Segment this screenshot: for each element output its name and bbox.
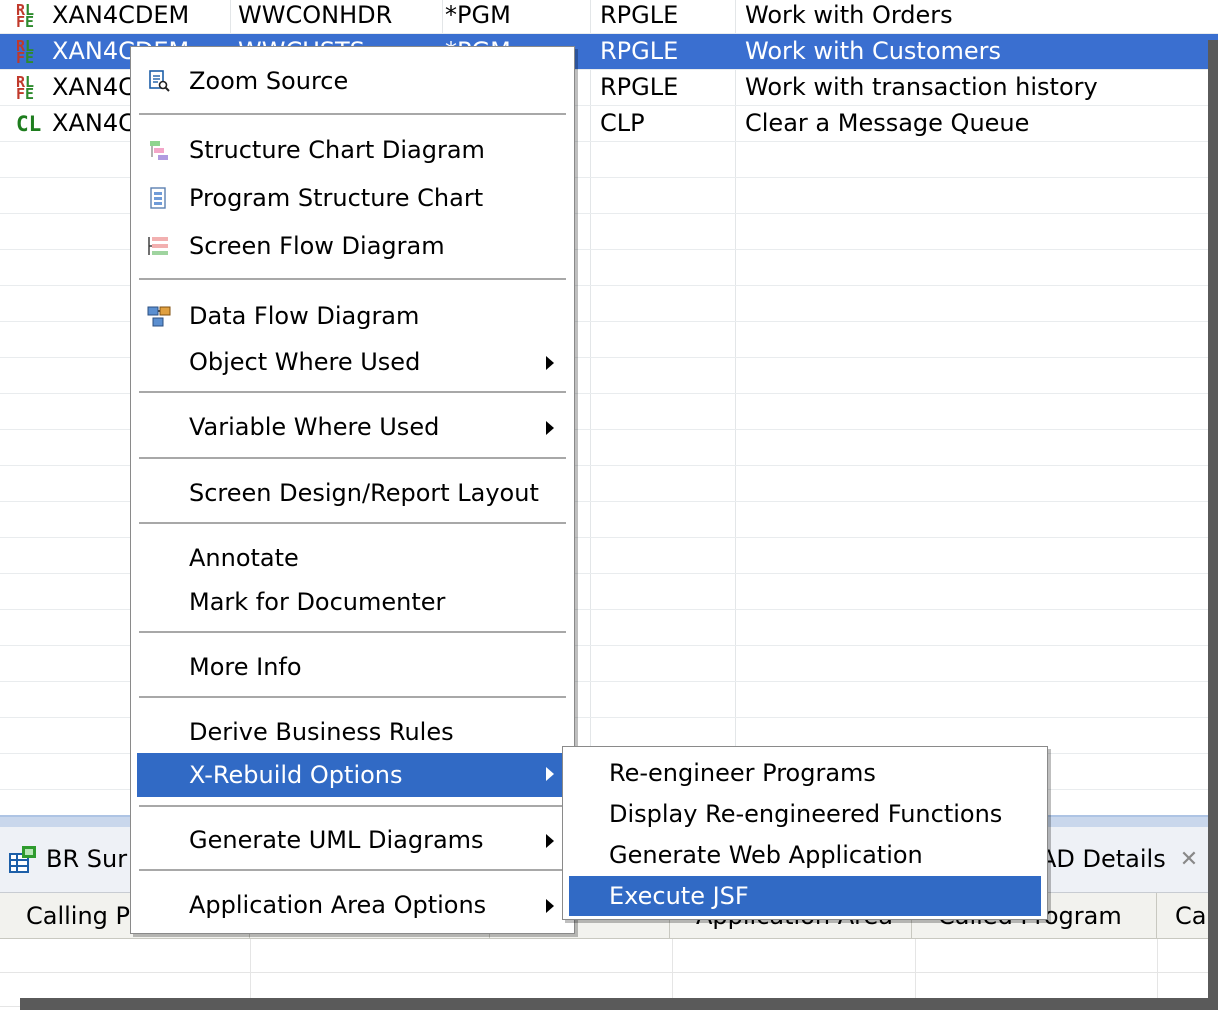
submenu-arrow-icon (546, 899, 554, 913)
menu-item-more-info[interactable]: More Info (137, 647, 568, 687)
menu-separator (139, 113, 566, 115)
rpgle-source-icon: RL FE (16, 37, 35, 67)
menu-item-mark-for-documenter[interactable]: Mark for Documenter (137, 582, 568, 622)
tab-label: AD Details (1040, 845, 1166, 873)
screen-flow-icon (148, 237, 168, 255)
rpgle-source-icon: RL FE (16, 73, 35, 103)
menu-item-data-flow-diagram[interactable]: Data Flow Diagram (137, 296, 568, 336)
table-row[interactable]: RL FE XAN4CDEM WWCONHDR *PGM RPGLE Work w… (0, 0, 1218, 34)
menu-item-label: Display Re-engineered Functions (609, 800, 1003, 828)
menu-item-label: Variable Where Used (189, 413, 440, 441)
menu-item-structure-chart-diagram[interactable]: Structure Chart Diagram (137, 130, 568, 170)
menu-item-display-re-engineered-functions[interactable]: Display Re-engineered Functions (569, 794, 1041, 834)
rpgle-source-icon: RL FE (16, 1, 35, 31)
program-structure-icon (150, 187, 166, 209)
menu-item-zoom-source[interactable]: Zoom Source (137, 61, 568, 101)
cl-source-icon: CL (16, 112, 42, 136)
menu-item-generate-uml-diagrams[interactable]: Generate UML Diagrams (137, 820, 568, 860)
menu-item-label: X-Rebuild Options (189, 761, 403, 789)
menu-item-label: Re-engineer Programs (609, 759, 876, 787)
zoom-source-icon (149, 70, 170, 92)
menu-item-label: Generate UML Diagrams (189, 826, 484, 854)
data-flow-icon (147, 306, 171, 327)
menu-item-re-engineer-programs[interactable]: Re-engineer Programs (569, 753, 1041, 793)
menu-item-derive-business-rules[interactable]: Derive Business Rules (137, 712, 568, 752)
menu-item-label: Mark for Documenter (189, 588, 446, 616)
menu-item-label: Object Where Used (189, 348, 421, 376)
object-attribute: RPGLE (600, 73, 679, 101)
menu-separator (139, 457, 566, 459)
object-type: *PGM (445, 1, 511, 29)
submenu-arrow-icon (546, 834, 554, 848)
menu-separator (139, 805, 566, 807)
menu-item-label: Program Structure Chart (189, 184, 484, 212)
menu-item-label: Execute JSF (609, 882, 749, 910)
menu-item-variable-where-used[interactable]: Variable Where Used (137, 407, 568, 447)
tab-br-summary[interactable]: BR Sur (8, 839, 127, 879)
menu-item-program-structure-chart[interactable]: Program Structure Chart (137, 178, 568, 218)
menu-item-annotate[interactable]: Annotate (137, 538, 568, 578)
x-rebuild-submenu: Re-engineer Programs Display Re-engineer… (562, 746, 1048, 920)
context-menu: Zoom Source Structure Chart Diagram Prog… (130, 46, 575, 934)
menu-item-label: Screen Flow Diagram (189, 232, 445, 260)
menu-item-label: Derive Business Rules (189, 718, 454, 746)
menu-separator (139, 391, 566, 393)
menu-item-label: Screen Design/Report Layout (189, 479, 539, 507)
object-text: Work with Customers (745, 37, 1002, 65)
menu-separator (139, 278, 566, 280)
menu-separator (139, 696, 566, 698)
tab-ad-details[interactable]: AD Details ✕ (1040, 839, 1198, 879)
submenu-arrow-icon (546, 767, 554, 781)
menu-item-execute-jsf[interactable]: Execute JSF (569, 876, 1041, 916)
object-name: XAN4CDEM (52, 1, 190, 29)
object-attribute: RPGLE (600, 37, 679, 65)
window-shadow (20, 998, 1218, 1010)
object-attribute: RPGLE (600, 1, 679, 29)
menu-separator (139, 869, 566, 871)
menu-item-object-where-used[interactable]: Object Where Used (137, 342, 568, 382)
table-row[interactable] (0, 939, 1218, 973)
object-text: Clear a Message Queue (745, 109, 1030, 137)
submenu-arrow-icon (546, 356, 554, 370)
menu-item-label: Annotate (189, 544, 299, 572)
object-text: Work with Orders (745, 1, 953, 29)
object-attribute: CLP (600, 109, 645, 137)
menu-item-label: Application Area Options (189, 891, 487, 919)
menu-item-screen-flow-diagram[interactable]: Screen Flow Diagram (137, 226, 568, 266)
structure-chart-icon (150, 141, 168, 160)
submenu-arrow-icon (546, 421, 554, 435)
tab-label: BR Sur (46, 845, 128, 873)
object-text: Work with transaction history (745, 73, 1098, 101)
menu-item-label: Data Flow Diagram (189, 302, 420, 330)
window-shadow (1208, 40, 1218, 1010)
close-icon[interactable]: ✕ (1180, 847, 1198, 872)
menu-item-generate-web-application[interactable]: Generate Web Application (569, 835, 1041, 875)
menu-separator (139, 522, 566, 524)
menu-separator (139, 631, 566, 633)
menu-item-application-area-options[interactable]: Application Area Options (137, 885, 568, 925)
object-file: WWCONHDR (238, 1, 393, 29)
menu-item-label: More Info (189, 653, 302, 681)
menu-item-screen-design-report-layout[interactable]: Screen Design/Report Layout (137, 473, 568, 513)
menu-item-label: Generate Web Application (609, 841, 923, 869)
br-summary-icon (9, 846, 36, 873)
menu-item-x-rebuild-options[interactable]: X-Rebuild Options (137, 753, 568, 797)
menu-item-label: Zoom Source (189, 67, 349, 95)
menu-item-label: Structure Chart Diagram (189, 136, 485, 164)
